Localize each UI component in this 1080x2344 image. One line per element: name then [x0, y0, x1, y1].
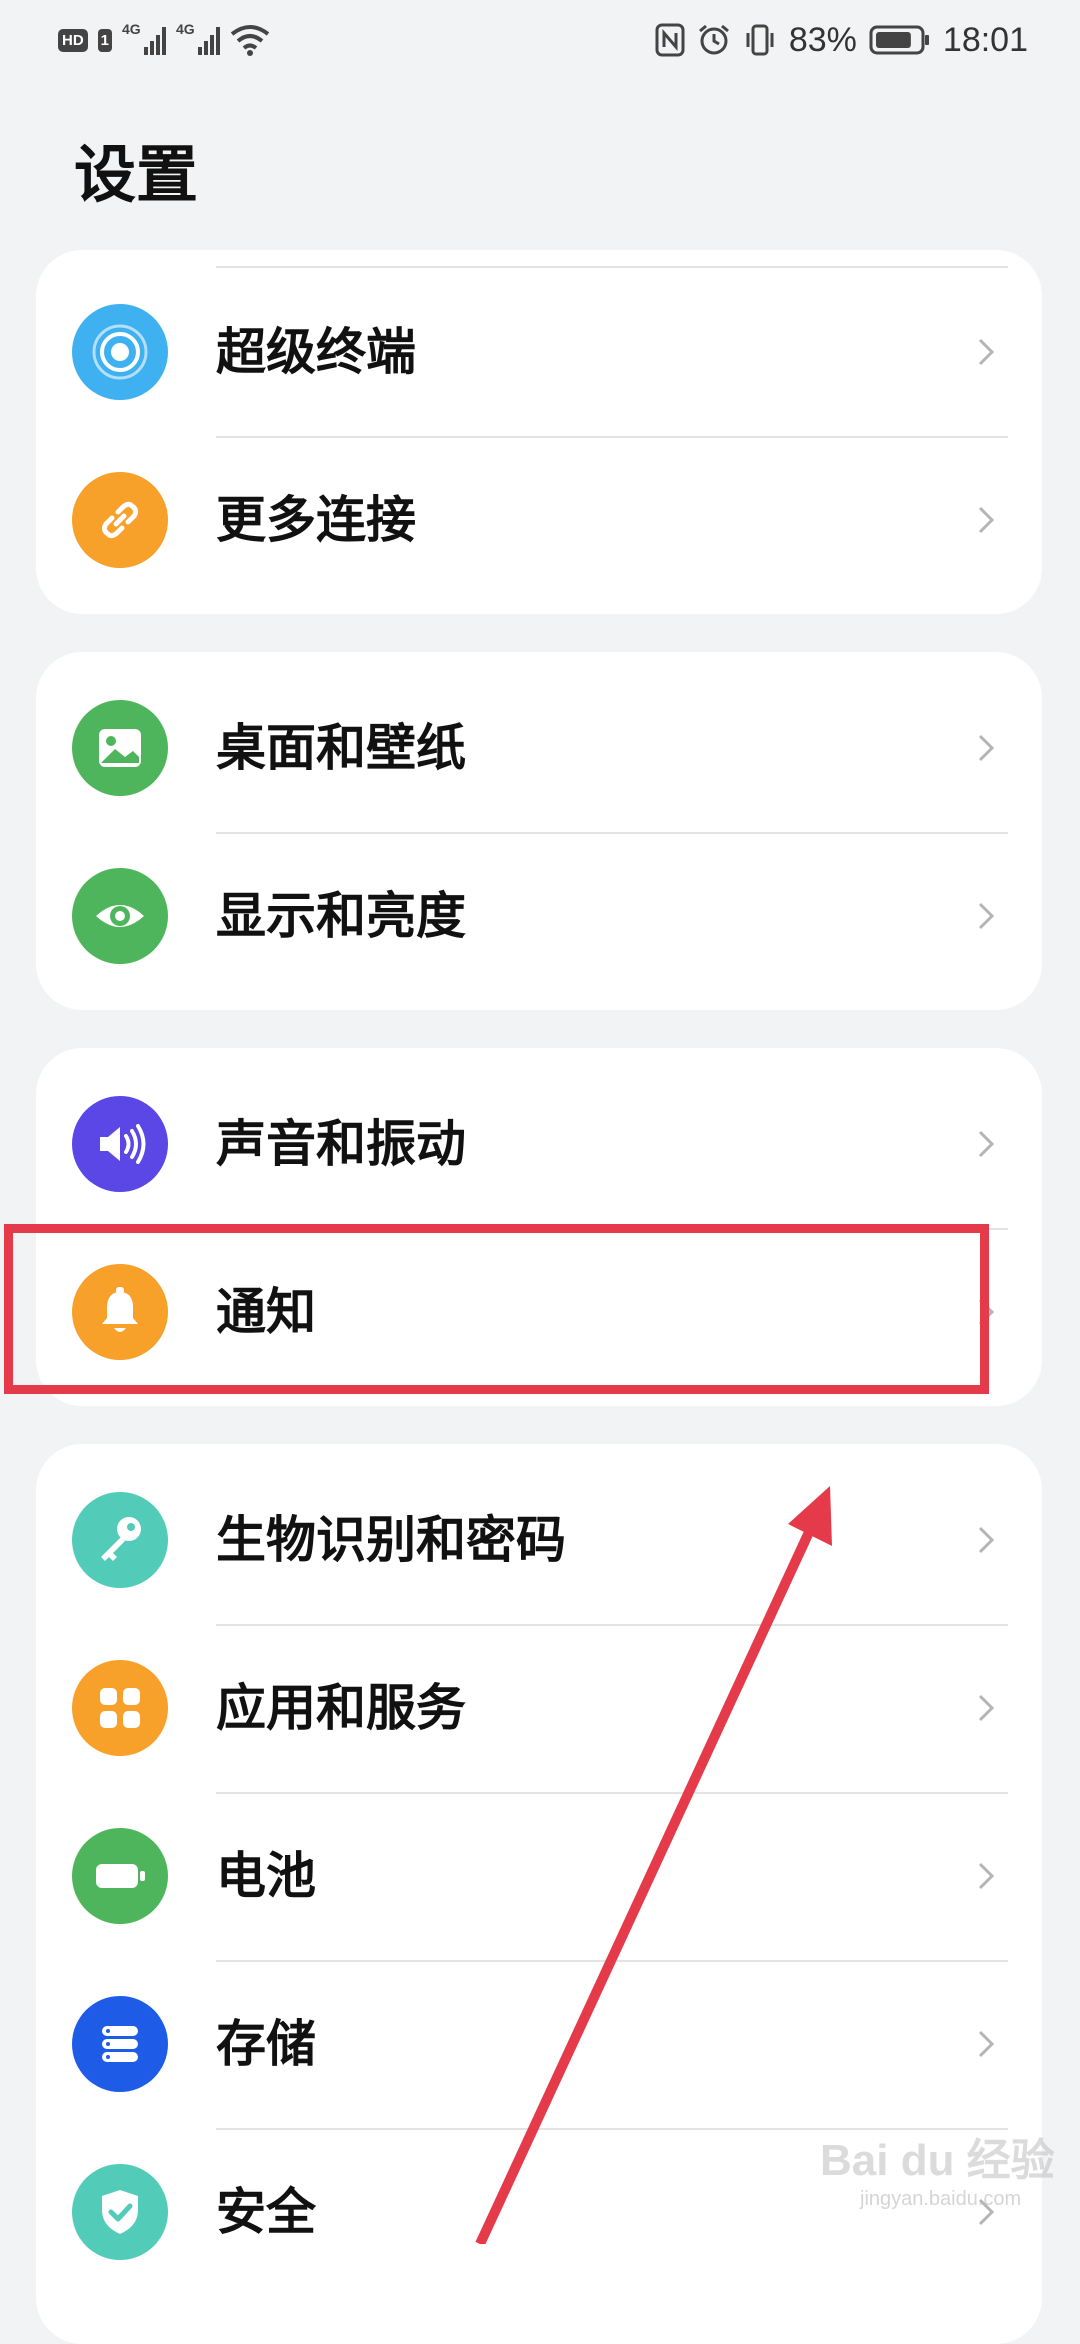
page-title: 设置: [74, 138, 199, 211]
storage-icon: [72, 1996, 168, 2092]
settings-item-battery[interactable]: 电池: [36, 1792, 1042, 1960]
settings-item-label: 电池: [216, 1847, 316, 1905]
battery-settings-icon: [72, 1828, 168, 1924]
divider: [216, 1960, 1008, 1962]
settings-item-label: 显示和亮度: [216, 887, 466, 945]
watermark-logo: Bai du 经验: [820, 2136, 1055, 2185]
chevron-right-icon: [978, 506, 995, 534]
super-device-icon: [72, 304, 168, 400]
settings-item-more-connections[interactable]: 更多连接: [36, 436, 1042, 604]
battery-icon: [869, 25, 929, 55]
settings-group-connectivity: 超级终端 更多连接: [36, 250, 1042, 614]
status-left: HD 1 4G 4G: [58, 18, 270, 62]
apps-icon: [72, 1660, 168, 1756]
shield-icon: [72, 2164, 168, 2260]
key-icon: [72, 1492, 168, 1588]
settings-item-label: 安全: [216, 2183, 316, 2241]
settings-item-sound-vibration[interactable]: 声音和振动: [36, 1060, 1042, 1228]
network-type-label: 4G: [122, 21, 141, 37]
settings-group-display: 桌面和壁纸 显示和亮度: [36, 652, 1042, 1010]
chevron-right-icon: [978, 902, 995, 930]
vibrate-icon: [746, 24, 774, 56]
settings-item-super-device[interactable]: 超级终端: [36, 268, 1042, 436]
status-bar: HD 1 4G 4G 83% 18:01: [0, 0, 1080, 80]
clock: 18:01: [942, 20, 1028, 59]
chevron-right-icon: [978, 734, 995, 762]
settings-item-storage[interactable]: 存储: [36, 1960, 1042, 2128]
settings-item-label: 生物识别和密码: [216, 1511, 566, 1569]
chevron-right-icon: [978, 2030, 995, 2058]
sound-icon: [72, 1096, 168, 1192]
settings-item-wallpaper[interactable]: 桌面和壁纸: [36, 664, 1042, 832]
chevron-right-icon: [978, 1694, 995, 1722]
wifi-icon: [230, 25, 270, 56]
settings-item-label: 超级终端: [216, 323, 416, 381]
signal-icon: 4G: [122, 21, 167, 55]
hd-voice-badge: HD: [58, 28, 88, 52]
settings-item-label: 声音和振动: [216, 1115, 466, 1173]
settings-item-label: 桌面和壁纸: [216, 719, 466, 777]
network-type-label-2: 4G: [176, 21, 195, 37]
chevron-right-icon: [978, 338, 995, 366]
settings-item-label: 更多连接: [216, 491, 416, 549]
wallpaper-icon: [72, 700, 168, 796]
sim-badge: 1: [97, 28, 113, 52]
eye-icon: [72, 868, 168, 964]
chevron-right-icon: [978, 1130, 995, 1158]
link-icon: [72, 472, 168, 568]
chevron-right-icon: [978, 1862, 995, 1890]
settings-item-biometrics-password[interactable]: 生物识别和密码: [36, 1456, 1042, 1624]
signal-icon-2: 4G: [176, 21, 221, 55]
nfc-icon: [655, 23, 685, 57]
watermark-url: jingyan.baidu.com: [860, 2188, 1022, 2210]
chevron-right-icon: [978, 1526, 995, 1554]
settings-item-display-brightness[interactable]: 显示和亮度: [36, 832, 1042, 1000]
annotation-highlight-box: [4, 1224, 989, 1394]
divider: [216, 1792, 1008, 1794]
settings-item-label: 存储: [216, 2015, 316, 2073]
alarm-icon: [698, 24, 729, 55]
battery-percent: 83%: [788, 20, 857, 59]
settings-item-label: 应用和服务: [216, 1679, 466, 1737]
settings-item-apps-services[interactable]: 应用和服务: [36, 1624, 1042, 1792]
status-right: 83% 18:01: [655, 18, 1028, 62]
